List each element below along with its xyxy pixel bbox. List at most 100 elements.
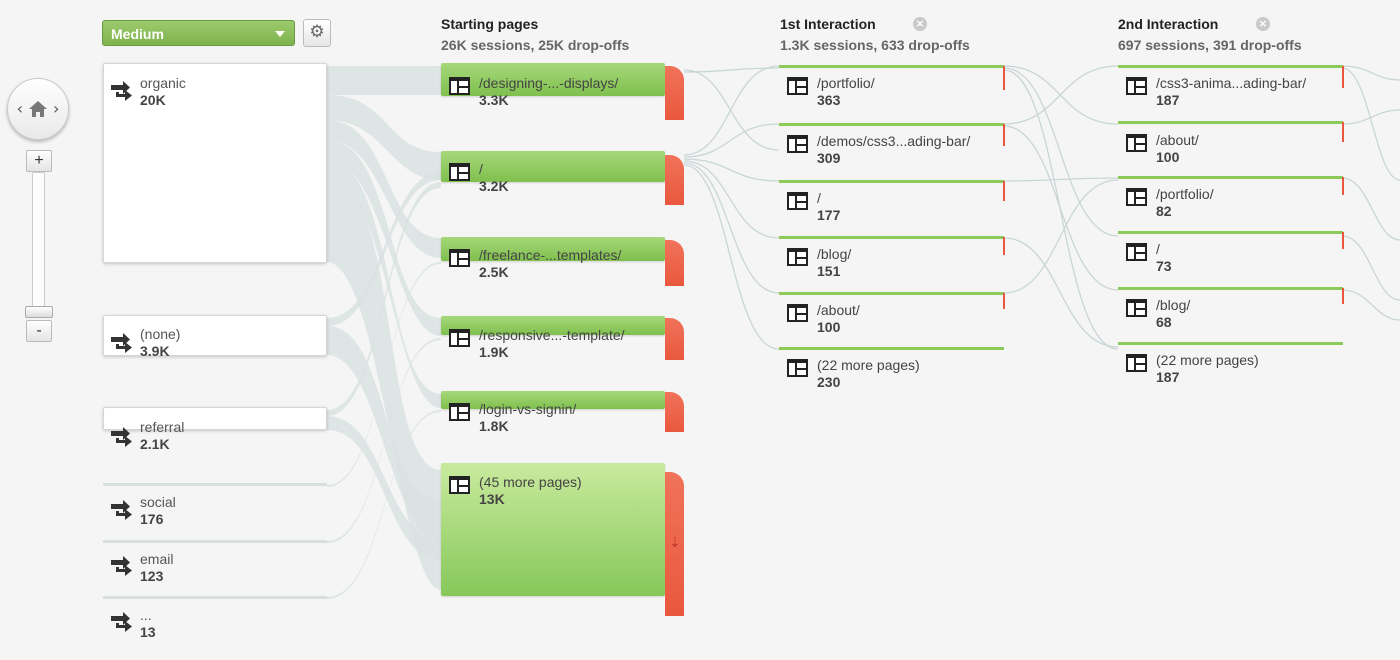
drop-off-bar[interactable] [1342,122,1344,142]
home-icon[interactable] [28,100,48,118]
source-node-none[interactable] [103,315,327,356]
drop-off-bar[interactable] [1342,177,1344,195]
starting-page-label[interactable]: /login-vs-signin/1.8K [479,401,576,434]
page-icon [449,77,470,95]
interaction-page-bar[interactable] [1118,287,1343,290]
source-node-other[interactable] [103,596,327,599]
first-interaction-label[interactable]: (22 more pages) 230 [817,357,920,390]
interaction-page-bar[interactable] [779,180,1004,183]
page-sessions: 3.3K [479,92,509,108]
navigation-control[interactable]: ‹ › [7,78,69,140]
first-interaction-label[interactable]: /about/100 [817,302,860,335]
page-sessions: 1.8K [479,418,509,434]
column-header-first: 1st Interaction 1.3K sessions, 633 drop-… [780,16,970,53]
interaction-page-bar[interactable] [1118,231,1343,234]
page-icon [449,163,470,181]
page-path: /about/ [817,302,860,318]
column-summary: 26K sessions, 25K drop-offs [441,37,630,53]
second-interaction-label[interactable]: /73 [1156,241,1172,274]
page-icon [1126,354,1147,372]
drop-off-bar[interactable] [1003,237,1005,255]
drop-off-bar[interactable] [1003,66,1005,90]
interaction-page-bar[interactable] [1118,176,1343,179]
first-interaction-label[interactable]: /177 [817,190,840,223]
drop-off-bar[interactable] [665,240,684,286]
chevron-down-icon [275,31,285,37]
second-interaction-label[interactable]: /blog/68 [1156,297,1190,330]
page-icon [449,329,470,347]
page-path: (22 more pages) [1156,352,1259,368]
source-node-social[interactable] [103,483,327,486]
page-icon [787,77,808,95]
source-node-email[interactable] [103,540,327,543]
page-icon [1126,188,1147,206]
second-interaction-label[interactable]: /css3-anima...ading-bar/187 [1156,75,1306,108]
second-interaction-label[interactable]: /portfolio/82 [1156,186,1214,219]
page-sessions: 100 [817,319,841,335]
column-summary: 697 sessions, 391 drop-offs [1118,37,1302,53]
drop-off-bar[interactable] [1342,288,1344,304]
source-sessions: 3.9K [140,343,170,359]
first-interaction-label[interactable]: /demos/css3...ading-bar/309 [817,133,970,166]
drop-off-bar[interactable] [1342,66,1344,88]
page-icon [449,249,470,267]
remove-column-icon[interactable]: × [1256,17,1270,31]
second-interaction-label[interactable]: (22 more pages) 187 [1156,352,1259,385]
starting-page-label[interactable]: (45 more pages) 13K [479,474,582,507]
starting-page-node[interactable] [441,151,665,182]
drop-off-bar[interactable] [665,155,684,205]
drop-off-bar[interactable] [1003,124,1005,146]
interaction-page-bar[interactable] [1118,342,1343,345]
zoom-in-button[interactable]: + [26,150,52,172]
remove-column-icon[interactable]: × [913,17,927,31]
page-icon [1126,243,1147,261]
page-sessions: 82 [1156,203,1172,219]
source-label-referral: referral 2.1K [140,419,184,452]
page-icon [787,359,808,377]
source-node-referral[interactable] [103,407,327,430]
zoom-slider-track[interactable] [32,172,45,310]
page-icon [787,248,808,266]
starting-page-label[interactable]: /responsive...-template/1.9K [479,327,625,360]
first-interaction-label[interactable]: /blog/151 [817,246,851,279]
drop-off-bar[interactable] [1342,232,1344,249]
starting-page-label[interactable]: /3.2K [479,161,509,194]
drop-off-bar[interactable] [1003,181,1005,201]
pan-right-icon[interactable]: › [53,101,59,117]
second-interaction-label[interactable]: /about/100 [1156,132,1199,165]
interaction-page-bar[interactable] [779,292,1004,295]
interaction-page-bar[interactable] [779,236,1004,239]
interaction-page-bar[interactable] [779,347,1004,350]
source-name: email [140,551,174,567]
source-arrow-icon [109,553,135,579]
interaction-page-bar[interactable] [779,65,1004,68]
dimension-select[interactable]: Medium [102,20,295,46]
column-summary: 1.3K sessions, 633 drop-offs [780,37,970,53]
source-label-none: (none) 3.9K [140,326,180,359]
interaction-page-bar[interactable] [1118,121,1343,124]
zoom-out-button[interactable]: - [26,320,52,342]
page-icon [449,476,470,494]
starting-page-label[interactable]: /freelance-...templates/2.5K [479,247,621,280]
first-interaction-label[interactable]: /portfolio/363 [817,75,875,108]
zoom-slider-handle[interactable] [25,306,53,318]
page-path: /responsive...-template/ [479,327,625,343]
source-name: ... [140,607,152,623]
page-path: /about/ [1156,132,1199,148]
page-icon [787,192,808,210]
page-icon [787,304,808,322]
pan-left-icon[interactable]: ‹ [17,101,23,117]
page-sessions: 363 [817,92,841,108]
drop-off-bar[interactable] [1003,293,1005,309]
starting-page-label[interactable]: /designing-...-displays/3.3K [479,75,618,108]
interaction-page-bar[interactable] [779,123,1004,126]
source-node-organic[interactable] [103,63,327,263]
drop-off-bar[interactable] [665,318,684,360]
source-sessions: 13 [140,624,156,640]
source-label-other: ... 13 [140,607,156,640]
drop-off-bar[interactable] [665,66,684,120]
settings-button[interactable]: ⚙ [303,19,331,47]
column-title: 1st Interaction [780,16,876,32]
interaction-page-bar[interactable] [1118,65,1343,68]
drop-off-bar[interactable] [665,392,684,432]
